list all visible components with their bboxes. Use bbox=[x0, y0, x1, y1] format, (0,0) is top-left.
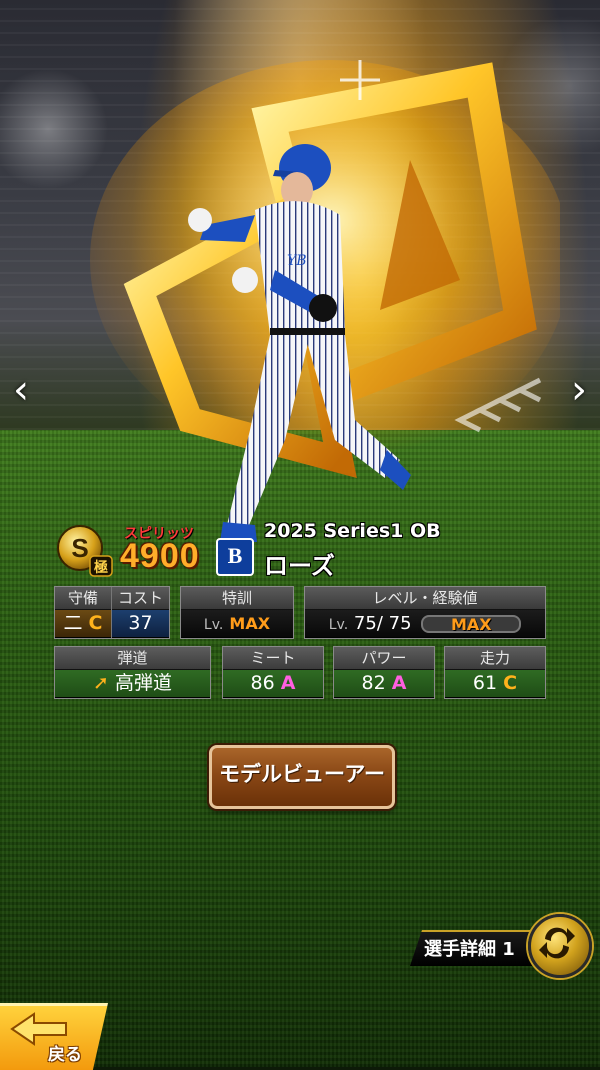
power-grade: A bbox=[391, 672, 407, 694]
training-header: 特訓 bbox=[181, 587, 293, 610]
trajectory-header: 弾道 bbox=[55, 647, 210, 670]
jersey-text: YB bbox=[287, 253, 307, 269]
level-value: 75/ 75 bbox=[353, 613, 412, 634]
contact-grade: A bbox=[280, 672, 296, 694]
chevron-right-icon[interactable]: › bbox=[564, 365, 594, 415]
arrow-up-right-icon: ➚ bbox=[93, 672, 109, 694]
contact-header: ミート bbox=[223, 647, 323, 670]
team-logo-icon: B bbox=[216, 538, 254, 576]
back-label: 戻る bbox=[48, 1045, 82, 1065]
power-header: パワー bbox=[334, 647, 434, 670]
training-value: MAX bbox=[229, 614, 271, 633]
level-exp-panel: レベル・経験値 Lv. 75/ 75 MAX bbox=[304, 586, 546, 639]
speed-value: 61 bbox=[472, 672, 498, 694]
model-viewer-button[interactable]: モデルビューアー bbox=[209, 745, 395, 809]
defense-grade: C bbox=[88, 612, 103, 634]
training-lv-prefix: Lv. bbox=[203, 617, 224, 633]
contact-panel: ミート 86 A bbox=[222, 646, 324, 699]
chevron-left-icon[interactable]: ‹ bbox=[6, 365, 36, 415]
svg-text:S: S bbox=[71, 533, 88, 563]
defense-cost-panel: 守備 二 C コスト 37 bbox=[54, 586, 170, 639]
cost-value: 37 bbox=[112, 610, 169, 637]
exp-value: MAX bbox=[450, 615, 492, 634]
spirits-value: 4900 bbox=[120, 537, 200, 575]
level-header: レベル・経験値 bbox=[305, 587, 545, 610]
cost-header: コスト bbox=[112, 587, 169, 610]
training-panel: 特訓 Lv. MAX bbox=[180, 586, 294, 639]
exp-bar: MAX bbox=[421, 615, 522, 634]
defense-value: 二 C bbox=[55, 610, 111, 637]
player-name: ローズ bbox=[264, 552, 335, 580]
defense-header: 守備 bbox=[55, 587, 111, 610]
trajectory-value: 高弾道 bbox=[114, 672, 172, 694]
power-panel: パワー 82 A bbox=[333, 646, 435, 699]
card-series: 2025 Series1 OB bbox=[264, 520, 441, 542]
trajectory-panel: 弾道 ➚ 高弾道 bbox=[54, 646, 211, 699]
power-value: 82 bbox=[361, 672, 386, 694]
svg-text:極: 極 bbox=[94, 559, 108, 576]
level-lv-prefix: Lv. bbox=[328, 617, 349, 633]
speed-header: 走力 bbox=[445, 647, 545, 670]
swap-arrows-icon bbox=[539, 927, 575, 959]
player-figure: YB bbox=[188, 144, 411, 542]
speed-panel: 走力 61 C bbox=[444, 646, 546, 699]
swap-icon[interactable] bbox=[528, 914, 592, 978]
speed-grade: C bbox=[503, 672, 518, 694]
rank-s-badge: S 極 bbox=[57, 525, 113, 577]
contact-value: 86 bbox=[250, 672, 275, 694]
defense-position: 二 bbox=[63, 612, 83, 634]
